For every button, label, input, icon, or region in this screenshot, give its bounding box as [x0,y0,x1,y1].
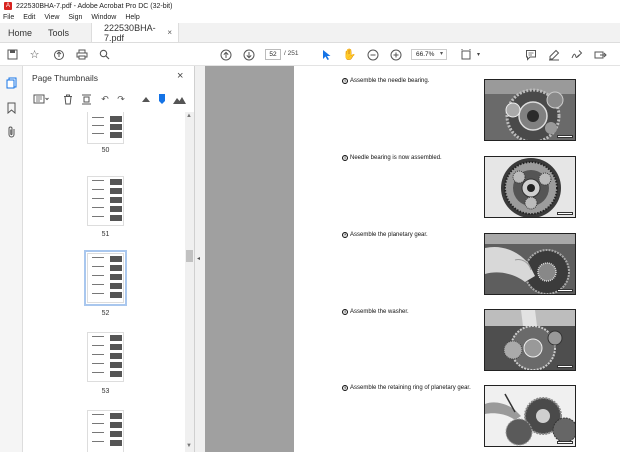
step-label: Needle bearing is now assembled. [350,155,442,161]
tab-document-label: 222530BHA-7.pdf [104,22,156,43]
fit-page-icon[interactable] [459,48,472,61]
thumbnail-label: 53 [101,388,110,395]
tab-tools[interactable]: Tools [40,23,77,42]
document-canvas[interactable]: ⑫ Assemble the needle bearing. ⑬ Needle … [205,66,620,452]
photo-tag [557,289,573,292]
menu-window[interactable]: Window [91,14,116,21]
thumbnail-size-slider-icon[interactable] [157,93,167,105]
insert-pages-icon[interactable] [80,93,92,105]
step-number: ⑭ [342,232,348,238]
photo-needle-bearing [484,79,576,141]
photo-planetary-gear [484,233,576,295]
fit-menu-chevron-icon[interactable]: ▾ [472,48,485,61]
page-thumbnails-icon[interactable] [5,76,18,89]
window-title: 222530BHA-7.pdf - Adobe Acrobat Pro DC (… [16,2,173,10]
share-icon[interactable] [594,48,607,61]
step-text: ⑮ Assemble the washer. [342,309,409,315]
photo-tag [557,212,573,215]
thumbnail-label: 50 [101,147,110,154]
page-thumbnails-panel: Page Thumbnails × ↶ ↷ 50 51 52 53 ▲ ▼ [23,66,195,452]
thumbnail-label: 51 [101,231,110,238]
tab-document[interactable]: 222530BHA-7.pdf × [91,22,180,43]
menu-view[interactable]: View [44,14,59,21]
step-label: Assemble the needle bearing. [350,78,430,84]
step-number: ⑫ [342,78,348,84]
scroll-down-icon[interactable]: ▼ [186,443,192,449]
page-thumbnail-54[interactable] [87,410,124,452]
photo-tag [557,135,573,138]
thumbnail-options-icon[interactable] [31,93,51,105]
menu-file[interactable]: File [3,14,14,21]
collapse-panel-icon[interactable]: ◂ [197,255,200,262]
page-thumbnail-52[interactable] [84,250,127,306]
zoom-out-icon[interactable] [366,48,379,61]
step-text: ⑭ Assemble the planetary gear. [342,232,428,238]
bookmark-icon[interactable] [5,101,18,114]
thumbnail-label: 52 [101,310,110,317]
cursor-icon[interactable] [320,48,333,61]
photo-tag [557,441,573,444]
page-up-icon[interactable] [219,48,232,61]
step-label: Assemble the retaining ring of planetary… [350,385,471,391]
photo-needle-bearing-assembled [484,156,576,218]
close-tab-icon[interactable]: × [167,28,172,37]
menu-bar: File Edit View Sign Window Help [0,12,620,23]
comment-icon[interactable] [524,48,537,61]
thumbnail-size-small-icon[interactable] [141,93,151,105]
panel-splitter[interactable]: ◂ [195,66,205,452]
rotate-left-icon[interactable]: ↶ [99,93,111,105]
page-down-icon[interactable] [242,48,255,61]
page-thumbnail-51[interactable] [87,176,124,226]
page-number-input[interactable]: 52 [265,49,281,60]
photo-retaining-ring [484,385,576,447]
close-panel-icon[interactable]: × [177,70,183,82]
step-number: ⑮ [342,309,348,315]
star-icon[interactable]: ☆ [28,48,41,61]
menu-edit[interactable]: Edit [23,14,35,21]
page-thumbnail-53[interactable] [87,332,124,382]
thumbnail-list: 50 51 52 53 [23,112,185,452]
photo-washer [484,309,576,371]
navigation-rail [0,66,23,452]
zoom-in-icon[interactable] [389,48,402,61]
attachment-icon[interactable] [5,125,18,138]
scrollbar-thumb[interactable] [186,250,193,262]
hand-icon[interactable]: ✋ [343,48,357,61]
pdf-page: ⑫ Assemble the needle bearing. ⑬ Needle … [294,66,620,452]
window-titlebar: A 222530BHA-7.pdf - Adobe Acrobat Pro DC… [0,0,620,12]
acrobat-icon: A [4,2,12,10]
upload-icon[interactable] [52,48,65,61]
save-icon[interactable] [6,48,19,61]
toolbar: ☆ 52 / 251 ✋ 66.7% ▾ ▾ [0,43,620,66]
step-text: ⑯ Assemble the retaining ring of planeta… [342,385,471,391]
step-text: ⑬ Needle bearing is now assembled. [342,155,442,161]
step-label: Assemble the washer. [350,309,409,315]
step-text: ⑫ Assemble the needle bearing. [342,78,429,84]
scroll-up-icon[interactable]: ▲ [186,113,192,119]
menu-sign[interactable]: Sign [68,14,82,21]
step-number: ⑬ [342,155,348,161]
photo-tag [557,365,573,368]
page-thumbnail-50[interactable] [87,112,124,144]
thumbnail-scrollbar[interactable]: ▲ ▼ [185,112,194,452]
menu-help[interactable]: Help [125,14,139,21]
highlight-pen-icon[interactable] [547,48,560,61]
panel-title: Page Thumbnails [32,73,98,83]
thumbnail-size-large-icon[interactable] [172,93,186,105]
print-icon[interactable] [75,48,88,61]
step-number: ⑯ [342,385,348,391]
page-total: / 251 [284,50,299,57]
tab-bar: Home Tools 222530BHA-7.pdf × [0,23,620,43]
rotate-right-icon[interactable]: ↷ [115,93,127,105]
tab-home[interactable]: Home [0,23,40,42]
chevron-down-icon[interactable]: ▾ [440,50,443,57]
trash-icon[interactable] [62,93,74,105]
sign-icon[interactable] [570,48,583,61]
step-label: Assemble the planetary gear. [350,232,428,238]
search-icon[interactable] [98,48,111,61]
